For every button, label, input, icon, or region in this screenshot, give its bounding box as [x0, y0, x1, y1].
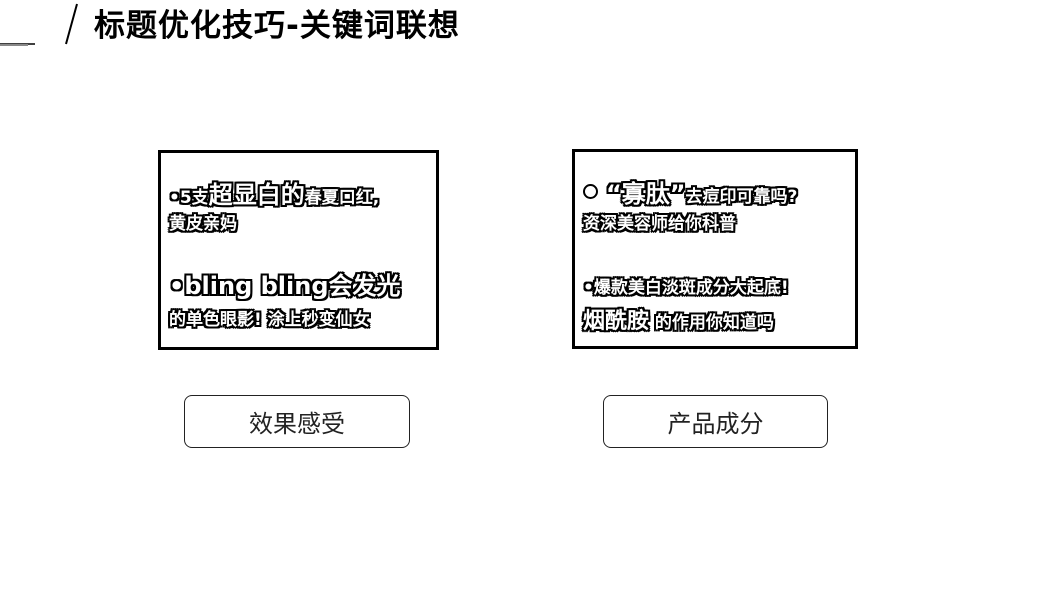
title-example-2: •bling bling会发光 [169, 266, 401, 301]
page-title: 标题优化技巧-关键词联想 [94, 8, 460, 44]
bullet: • [169, 188, 180, 208]
title-example-3: “寡肽”去痘印可靠吗? [583, 174, 797, 209]
example-text: 5支 [179, 188, 209, 208]
title-example-1-line2: 黄皮亲妈 [169, 209, 237, 234]
highlight-keyword: “寡肽” [606, 180, 686, 208]
example-text: 黄皮亲妈 [169, 214, 237, 234]
title-example-4-line2: 烟酰胺 的作用你知道吗 [583, 303, 774, 335]
example-card-effect: •5支超显白的春夏口红, 黄皮亲妈 •bling bling会发光 的单色眼影!… [158, 150, 439, 350]
slash-decoration [0, 3, 78, 46]
example-text: 的作用你知道吗 [649, 313, 774, 333]
example-text: 爆款美白淡斑成分大起底! [593, 278, 789, 298]
title-example-4: •爆款美白淡斑成分大起底! [583, 273, 789, 298]
highlight-keyword: bling bling会发光 [184, 272, 401, 300]
circle-bullet-icon [583, 184, 598, 199]
label-product-ingredient: 产品成分 [603, 395, 828, 448]
example-card-ingredient: “寡肽”去痘印可靠吗? 资深美容师给你科普 •爆款美白淡斑成分大起底! 烟酰胺 … [572, 149, 858, 349]
bullet: • [169, 272, 185, 300]
highlight-keyword: 烟酰胺 [583, 309, 650, 334]
label-effect-feeling: 效果感受 [184, 395, 410, 448]
example-text: 去痘印可靠吗? [685, 187, 798, 207]
example-text: 资深美容师给你科普 [583, 214, 736, 234]
title-example-2-line2: 的单色眼影! 涂上秒变仙女 [169, 305, 370, 330]
highlight-keyword: 超显白的 [208, 181, 305, 209]
bullet: • [583, 278, 594, 298]
title-example-1: •5支超显白的春夏口红, [169, 175, 379, 210]
example-text: 春夏口红, [304, 188, 380, 208]
example-text: 的单色眼影! 涂上秒变仙女 [169, 310, 370, 330]
title-example-3-line2: 资深美容师给你科普 [583, 209, 736, 234]
